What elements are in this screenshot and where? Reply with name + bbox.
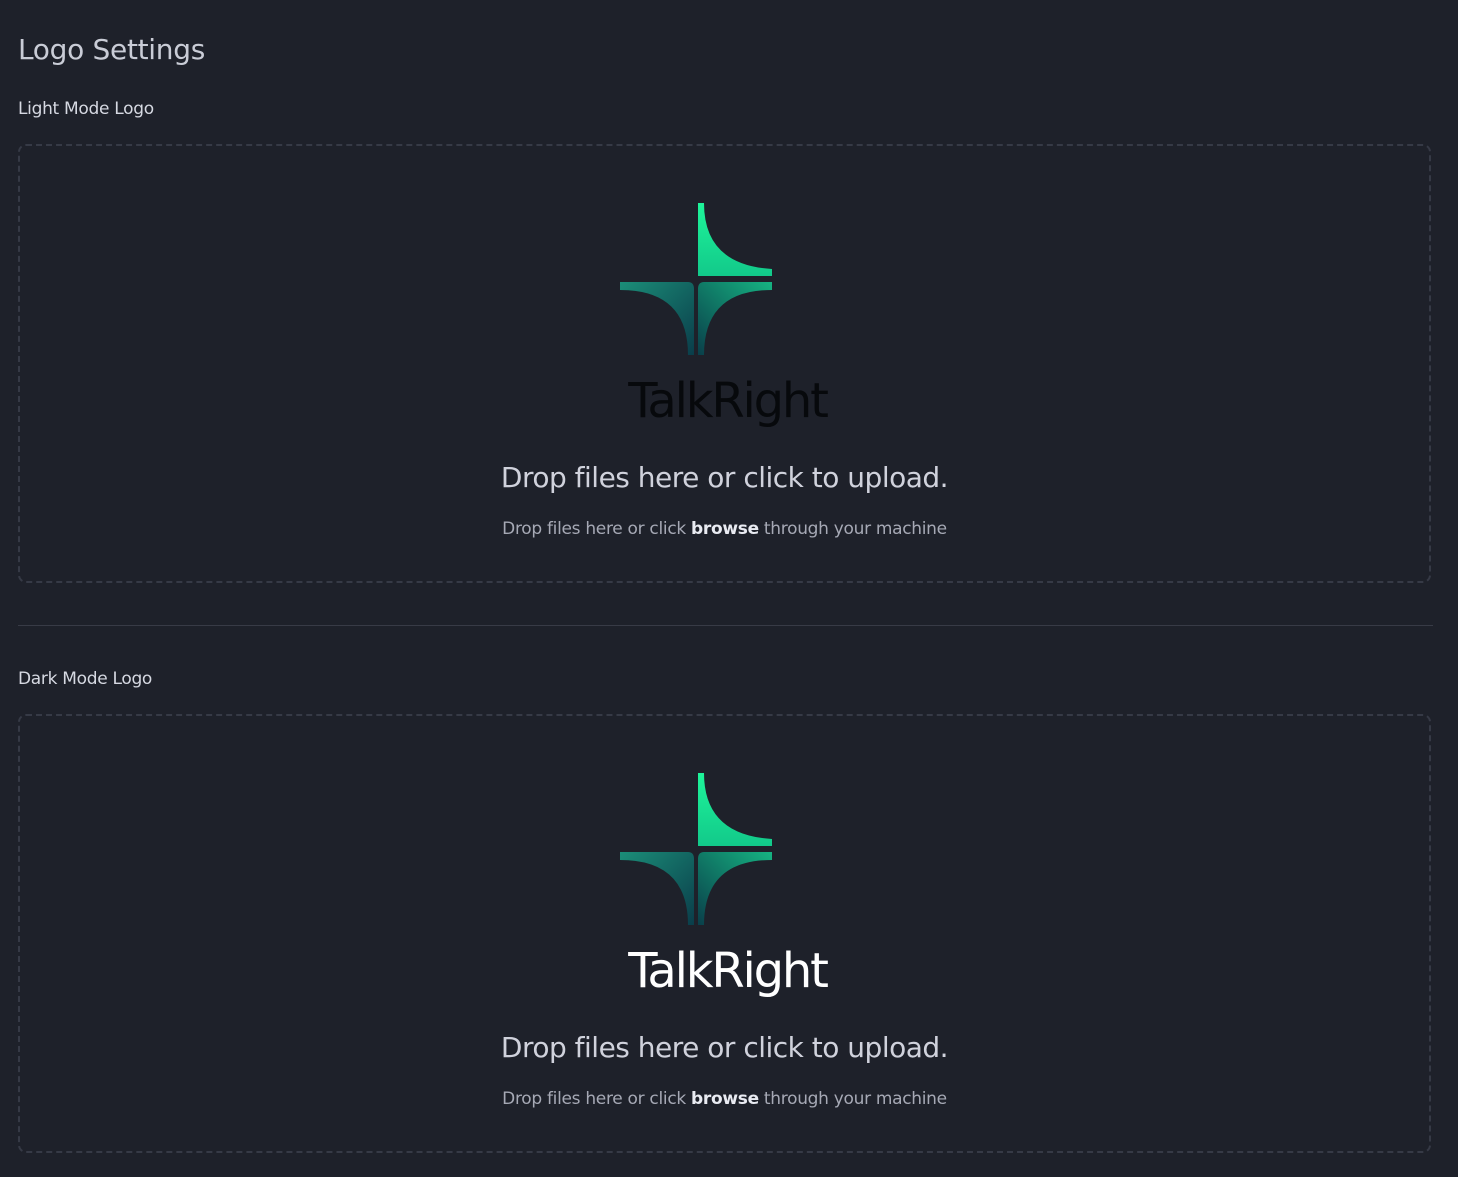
dropzone-subtitle: Drop files here or click browse through … — [20, 518, 1429, 540]
dark-mode-logo-label: Dark Mode Logo — [18, 669, 153, 689]
dropzone-subtitle-prefix: Drop files here or click — [502, 1089, 692, 1109]
dropzone-title: Drop files here or click to upload. — [500, 1031, 949, 1064]
section-divider — [18, 625, 1433, 626]
light-mode-logo-dropzone[interactable]: TalkRight Drop files here or click to up… — [18, 144, 1431, 583]
dropzone-subtitle-suffix: through your machine — [758, 1089, 947, 1109]
talkright-wordmark: TalkRight — [628, 373, 829, 429]
dark-mode-logo-dropzone[interactable]: TalkRight Drop files here or click to up… — [18, 714, 1431, 1153]
talkright-logo-icon — [620, 203, 772, 355]
browse-link[interactable]: browse — [691, 519, 759, 539]
page-title: Logo Settings — [18, 33, 205, 66]
browse-link[interactable]: browse — [691, 1089, 759, 1109]
dropzone-title: Drop files here or click to upload. — [500, 461, 949, 494]
talkright-logo-icon — [620, 773, 772, 925]
talkright-wordmark: TalkRight — [628, 943, 829, 999]
light-mode-logo-label: Light Mode Logo — [18, 99, 154, 119]
dropzone-subtitle-prefix: Drop files here or click — [502, 519, 692, 539]
dropzone-subtitle: Drop files here or click browse through … — [20, 1088, 1429, 1110]
dropzone-subtitle-suffix: through your machine — [758, 519, 947, 539]
